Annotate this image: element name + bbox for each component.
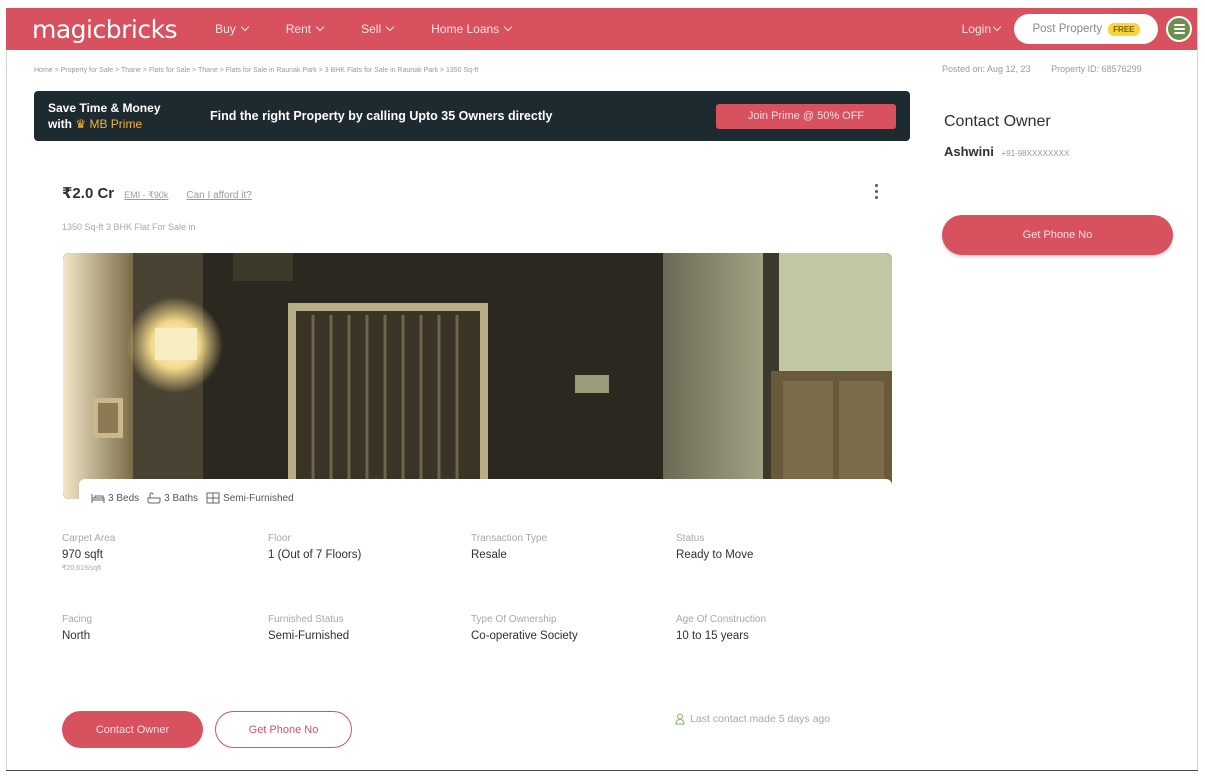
chevron-down-icon [503, 22, 513, 32]
login-label: Login [961, 22, 991, 36]
baths-feature: 3 Baths [147, 492, 198, 504]
detail-value: Ready to Move [676, 549, 754, 561]
detail-value: Co-operative Society [471, 630, 578, 642]
prime-brand: MB Prime [89, 117, 143, 131]
listing-subtitle: 1350 Sq-ft 3 BHK Flat For Sale in [62, 222, 196, 232]
post-property-button[interactable]: Post Property FREE [1014, 14, 1158, 44]
detail-furnished-status: Furnished Status Semi-Furnished [268, 614, 349, 642]
detail-facing: Facing North [62, 614, 92, 642]
prime-banner: Save Time & Money with ♛ MB Prime Find t… [34, 91, 910, 141]
last-contact-info: Last contact made 5 days ago [675, 713, 830, 725]
posted-date: Posted on: Aug 12, 23 [942, 64, 1031, 74]
post-property-label: Post Property [1032, 23, 1103, 35]
detail-subvalue: ₹20,619/sqft [62, 565, 102, 572]
detail-label: Furnished Status [268, 614, 344, 625]
detail-label: Status [676, 533, 705, 544]
top-nav: magicbricks Buy Rent Sell Home Loans Log… [6, 8, 1198, 50]
detail-age: Age Of Construction 10 to 15 years [676, 614, 766, 642]
owner-name: Ashwini [944, 144, 994, 159]
chevron-down-icon [240, 22, 250, 32]
detail-ownership: Type Of Ownership Co-operative Society [471, 614, 578, 642]
price: ₹2.0 Cr [62, 185, 115, 202]
detail-label: Transaction Type [471, 533, 548, 544]
nav-home-loans[interactable]: Home Loans [431, 22, 513, 36]
detail-value: Resale [471, 549, 507, 561]
nav-label: Home Loans [431, 22, 500, 36]
detail-value: 970 sqft [62, 549, 103, 561]
property-photo-image [63, 253, 892, 499]
furniture-icon [206, 492, 220, 504]
chevron-down-icon [315, 22, 325, 32]
prime-line2-prefix: with [48, 117, 72, 131]
detail-label: Floor [268, 533, 291, 544]
nav-label: Rent [285, 22, 312, 36]
baths-label: 3 Baths [164, 492, 199, 504]
detail-label: Type Of Ownership [471, 614, 557, 625]
bed-icon [91, 494, 105, 503]
detail-value: North [62, 630, 91, 642]
detail-transaction-type: Transaction Type Resale [471, 533, 547, 561]
frame-divider [6, 50, 7, 770]
emi-link[interactable]: EMI - ₹90k [124, 190, 168, 201]
last-contact-text: Last contact made 5 days ago [690, 713, 831, 725]
features-strip: 3 Beds 3 Baths Semi-Furnished [79, 479, 892, 517]
join-prime-button[interactable]: Join Prime @ 50% OFF [716, 103, 896, 129]
detail-carpet-area: Carpet Area 970 sqft ₹20,619/sqft [62, 533, 115, 572]
chevron-down-icon [992, 22, 1002, 32]
contact-owner-title: Contact Owner [944, 113, 1051, 130]
detail-floor: Floor 1 (Out of 7 Floors) [268, 533, 361, 561]
furnishing-feature: Semi-Furnished [206, 492, 294, 504]
detail-value: Semi-Furnished [268, 630, 350, 642]
detail-value: 1 (Out of 7 Floors) [268, 549, 362, 561]
nav-label: Buy [215, 22, 236, 36]
detail-status: Status Ready to Move [676, 533, 753, 561]
main-nav: Buy Rent Sell Home Loans [215, 22, 549, 36]
get-phone-no-button[interactable]: Get Phone No [942, 215, 1173, 255]
user-icon [675, 713, 685, 725]
owner-phone: +91-98XXXXXXXX [1001, 149, 1070, 158]
chevron-down-icon [385, 22, 395, 32]
free-badge: FREE [1108, 22, 1140, 36]
beds-feature: 3 Beds [91, 492, 139, 504]
crown-icon: ♛ [75, 117, 87, 131]
property-photo[interactable] [63, 253, 892, 499]
frame-divider [1197, 8, 1198, 771]
detail-label: Facing [62, 614, 93, 625]
detail-value: 10 to 15 years [676, 630, 749, 642]
prime-line1: Save Time & Money [48, 101, 161, 115]
prime-tagline: Save Time & Money with ♛ MB Prime [48, 100, 198, 132]
get-phone-no-button[interactable]: Get Phone No [215, 711, 352, 748]
owner-info: Ashwini +91-98XXXXXXXX [944, 144, 1069, 159]
detail-label: Carpet Area [62, 533, 116, 544]
contact-owner-button[interactable]: Contact Owner [62, 711, 203, 748]
nav-label: Sell [361, 22, 382, 36]
breadcrumb[interactable]: Home > Property for Sale > Thane > Flats… [34, 67, 478, 74]
nav-sell[interactable]: Sell [361, 22, 395, 36]
hamburger-menu-icon[interactable] [1166, 16, 1192, 42]
nav-buy[interactable]: Buy [215, 22, 250, 36]
nav-rent[interactable]: Rent [285, 22, 325, 36]
detail-label: Age Of Construction [676, 614, 767, 625]
furnishing-label: Semi-Furnished [223, 492, 294, 504]
property-id: Property ID: 68576299 [1051, 64, 1142, 74]
login-button[interactable]: Login [961, 22, 1002, 36]
bath-icon [147, 492, 161, 504]
posted-info: Posted on: Aug 12, 23 Property ID: 68576… [942, 64, 1142, 74]
nav-right: Login Post Property FREE [962, 14, 1192, 44]
logo[interactable]: magicbricks [32, 15, 178, 44]
afford-link[interactable]: Can I afford it? [186, 190, 251, 201]
beds-label: 3 Beds [108, 492, 140, 504]
prime-line2: with ♛ MB Prime [48, 116, 198, 132]
prime-message: Find the right Property by calling Upto … [210, 109, 553, 123]
frame-divider [6, 770, 1198, 771]
more-options-icon[interactable] [875, 184, 878, 199]
price-row: ₹2.0 Cr EMI - ₹90k Can I afford it? [62, 184, 252, 202]
